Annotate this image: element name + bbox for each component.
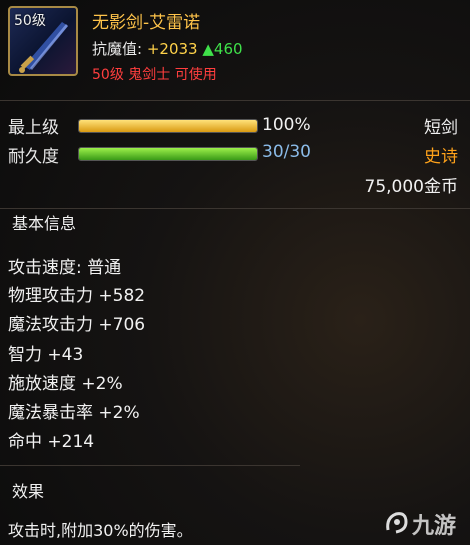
weapon-type: 短剑 <box>424 118 458 138</box>
item-icon-frame[interactable]: 50级 <box>8 6 78 76</box>
rarity-label: 史诗 <box>424 147 458 167</box>
requirement-text: 50级 鬼剑士 可使用 <box>92 67 217 83</box>
resist-label: 抗魔值: <box>92 40 143 58</box>
watermark-text: 九游 <box>412 514 457 539</box>
grade-value: 100% <box>262 115 311 135</box>
attribute-row: 物理攻击力 +582 <box>8 286 146 306</box>
icon-level-label: 50级 <box>14 13 46 29</box>
divider <box>0 208 470 209</box>
attribute-row: 魔法暴击率 +2% <box>8 403 140 423</box>
attribute-row: 施放速度 +2% <box>8 374 123 394</box>
attribute-row: 魔法攻击力 +706 <box>8 315 146 335</box>
resist-value-row: 抗魔值: +2033 ▲460 <box>92 38 243 59</box>
divider <box>0 100 470 101</box>
durability-bar-fill <box>79 148 257 160</box>
attribute-row: 智力 +43 <box>8 345 84 365</box>
effect-title: 效果 <box>12 482 45 501</box>
item-name: 无影剑-艾雷诺 <box>92 13 201 33</box>
attribute-row: 攻击速度: 普通 <box>8 258 122 278</box>
resist-value: +2033 <box>146 40 198 58</box>
divider <box>0 465 300 466</box>
item-tooltip: 50级 无影剑-艾雷诺 抗魔值: +2033 ▲460 50级 鬼剑士 可使用 … <box>0 0 470 545</box>
grade-bar <box>78 119 258 133</box>
effect-text: 攻击时,附加30%的伤害。 <box>8 521 193 540</box>
durability-value: 30/30 <box>262 142 311 162</box>
durability-bar <box>78 147 258 161</box>
durability-label: 耐久度 <box>8 147 59 167</box>
grade-label: 最上级 <box>8 118 59 138</box>
grade-bar-fill <box>79 120 257 132</box>
attribute-row: 命中 +214 <box>8 432 95 452</box>
price-label: 75,000金币 <box>364 177 458 197</box>
resist-up-value: ▲460 <box>202 40 243 58</box>
basic-info-title: 基本信息 <box>12 214 77 233</box>
nine-game-logo-icon <box>386 512 408 534</box>
